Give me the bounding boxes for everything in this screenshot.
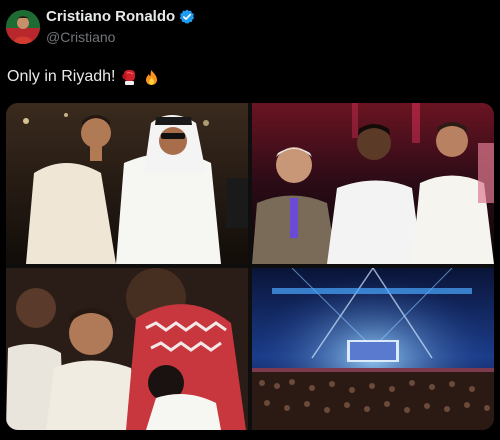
photo-ringside-two-men[interactable]: [6, 103, 248, 264]
tweet: Cristiano Ronaldo @Cristiano Only in Riy…: [0, 0, 500, 440]
author-display-name[interactable]: Cristiano Ronaldo: [46, 8, 175, 25]
media-grid: [6, 103, 494, 430]
photo-ringside-closeup[interactable]: [6, 268, 248, 430]
tweet-text-content: Only in Riyadh!: [7, 68, 116, 85]
profile-photo-avatar: [6, 10, 40, 44]
photo-arena-overview[interactable]: [252, 268, 494, 430]
avatar[interactable]: [6, 10, 40, 44]
photo-ringside-four-men[interactable]: [252, 103, 494, 264]
boxing-glove-icon: [121, 69, 138, 86]
tweet-text: Only in Riyadh!: [7, 68, 160, 86]
fire-icon: [143, 69, 160, 86]
author-name-row: Cristiano Ronaldo: [46, 8, 195, 25]
author-handle[interactable]: @Cristiano: [46, 29, 115, 45]
verified-badge-icon: [179, 9, 195, 25]
